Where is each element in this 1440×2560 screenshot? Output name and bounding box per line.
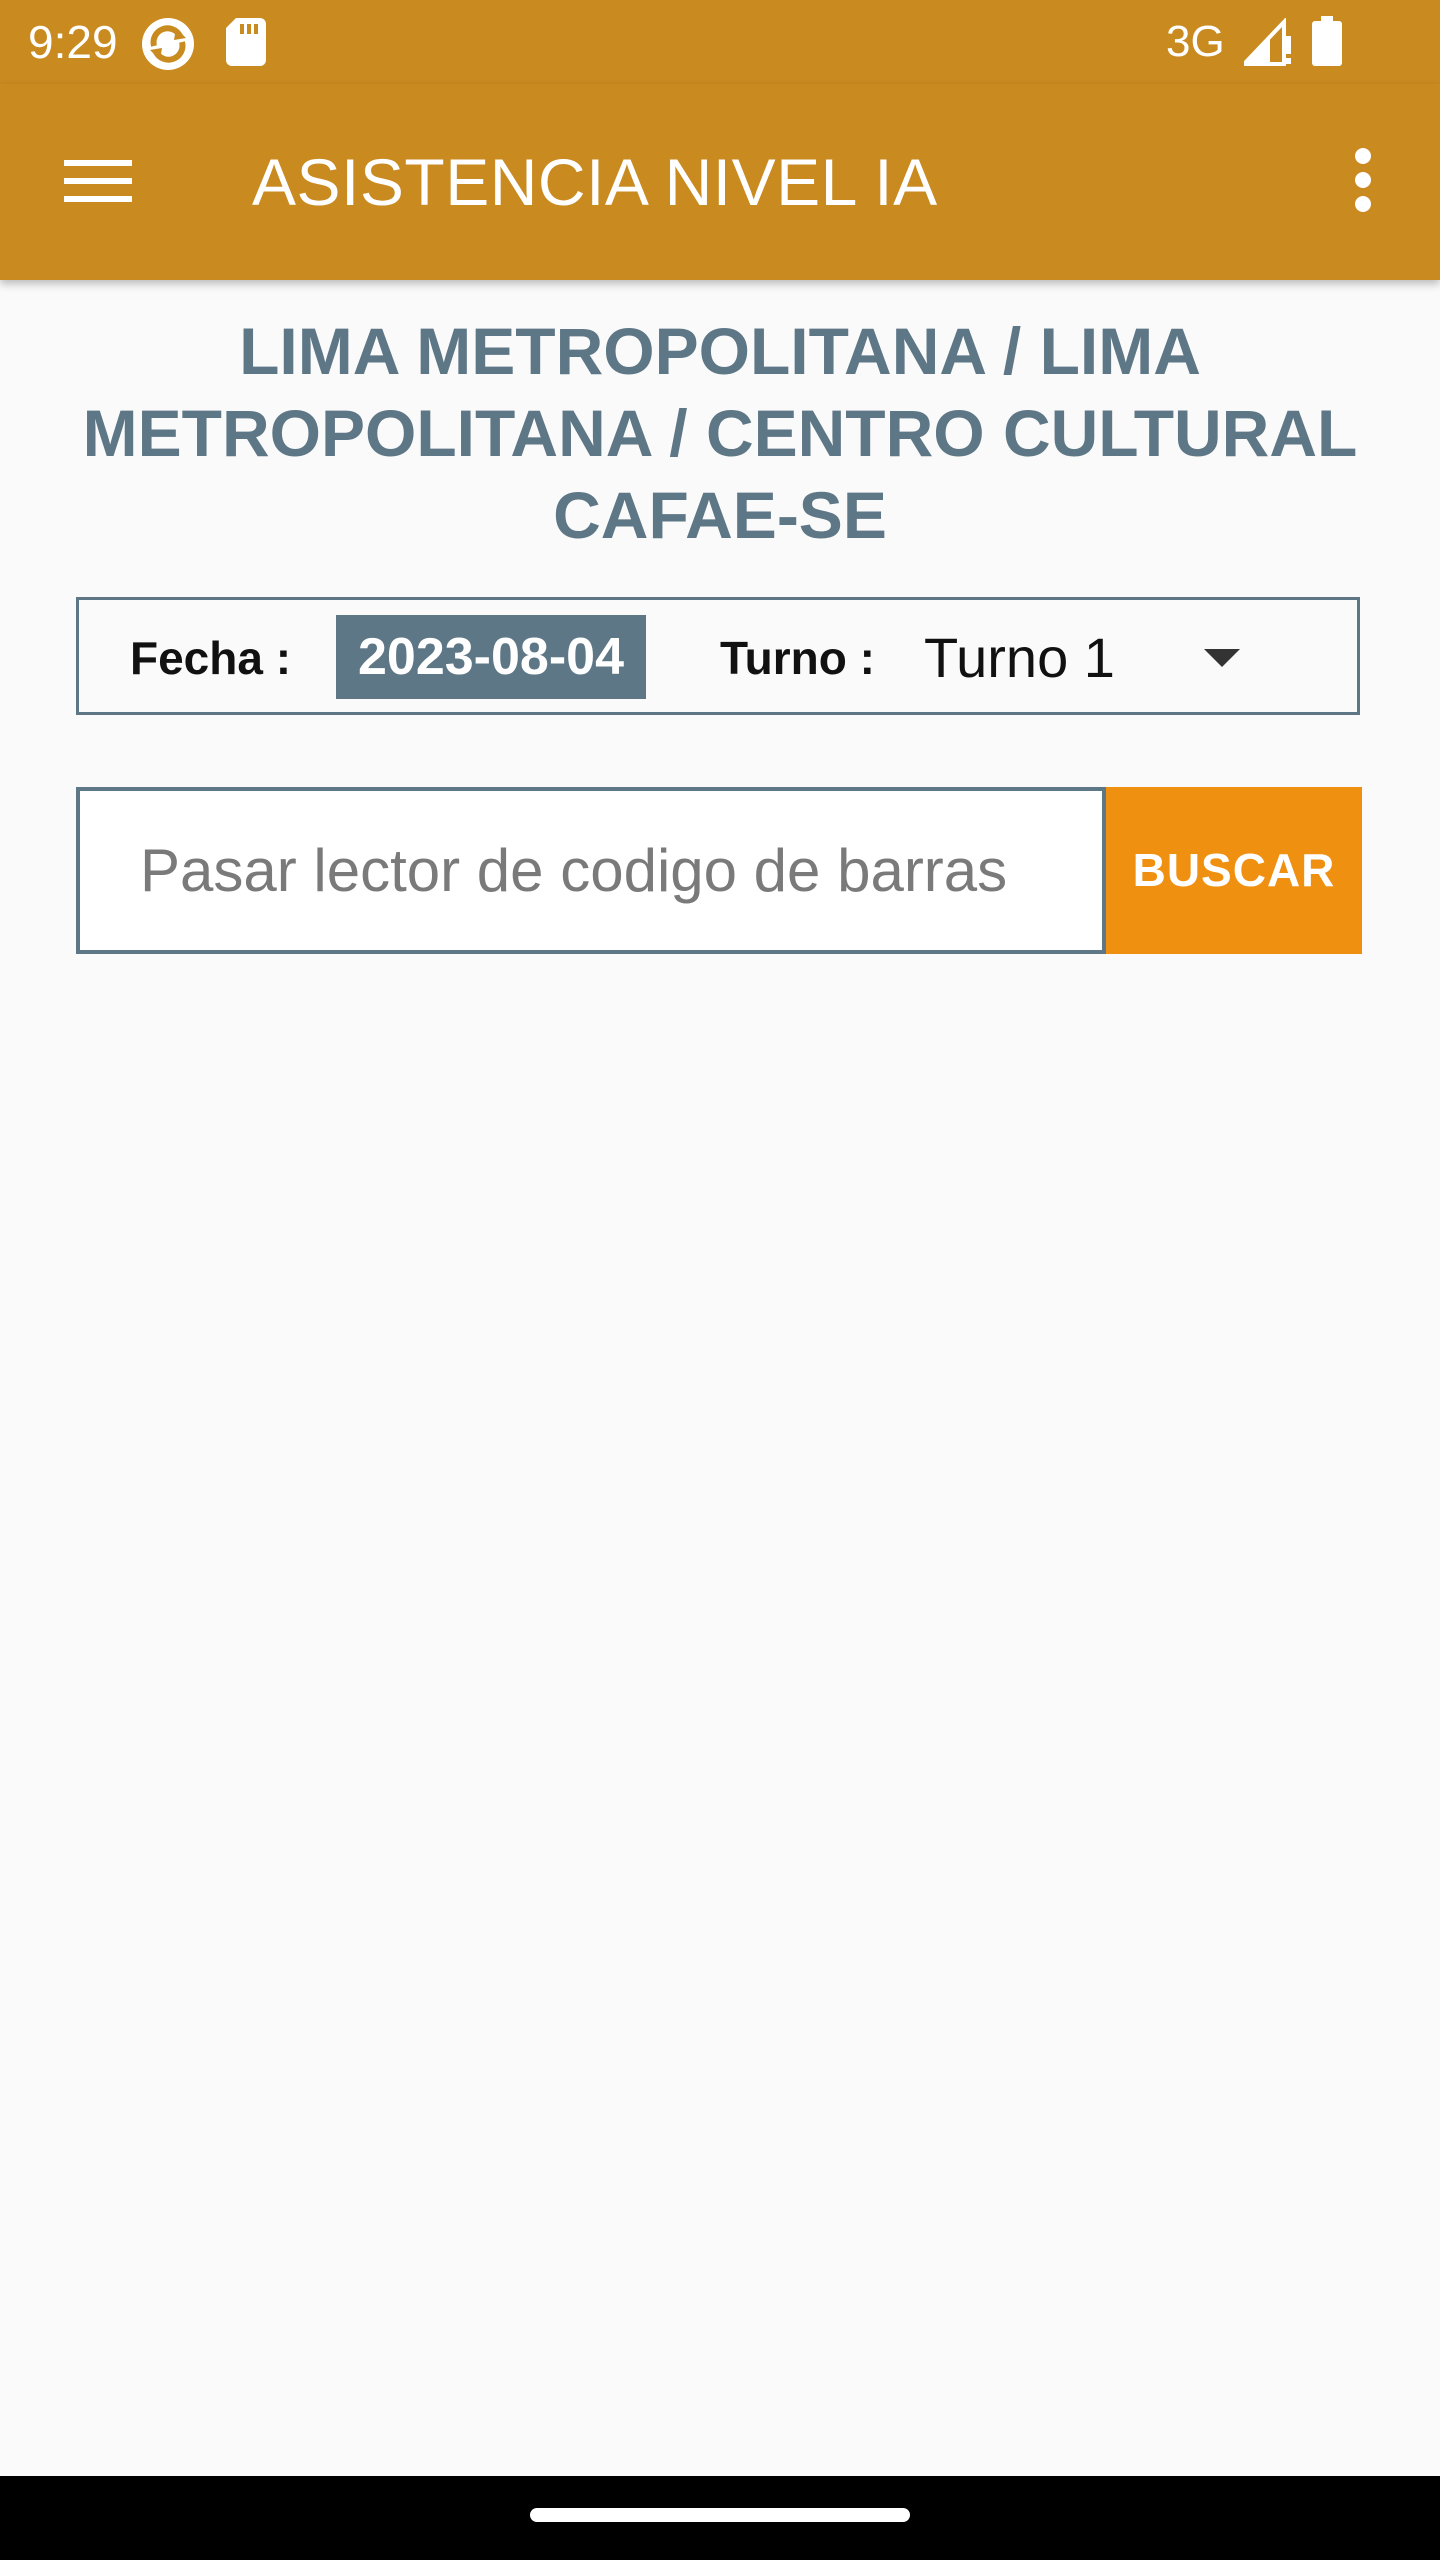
status-time: 9:29: [28, 16, 118, 68]
location-heading: LIMA METROPOLITANA / LIMA METROPOLITANA …: [82, 314, 1358, 552]
hamburger-menu-icon[interactable]: [40, 130, 140, 230]
dropdown-arrow-icon: [1204, 649, 1240, 667]
turno-label: Turno :: [720, 632, 875, 684]
more-vert-icon[interactable]: [1330, 130, 1396, 230]
battery-icon: [1312, 16, 1342, 71]
network-type: 3G: [1166, 17, 1225, 66]
signal-icon: [1239, 17, 1292, 71]
app-bar: ASISTENCIA NIVEL IA: [0, 84, 1440, 280]
turno-selected-value: Turno 1: [924, 626, 1115, 689]
sync-app-icon: [140, 16, 196, 77]
barcode-search-input[interactable]: [76, 787, 1106, 954]
status-bar: 9:29 3G: [0, 0, 1440, 84]
sd-card-icon: [226, 18, 266, 71]
buscar-button[interactable]: BUSCAR: [1106, 787, 1362, 954]
app-title: ASISTENCIA NIVEL IA: [252, 145, 938, 219]
date-picker-field[interactable]: 2023-08-04: [336, 615, 646, 699]
home-gesture-handle[interactable]: [530, 2508, 910, 2522]
fecha-label: Fecha :: [130, 632, 292, 684]
turno-dropdown[interactable]: Turno 1: [900, 615, 1260, 699]
